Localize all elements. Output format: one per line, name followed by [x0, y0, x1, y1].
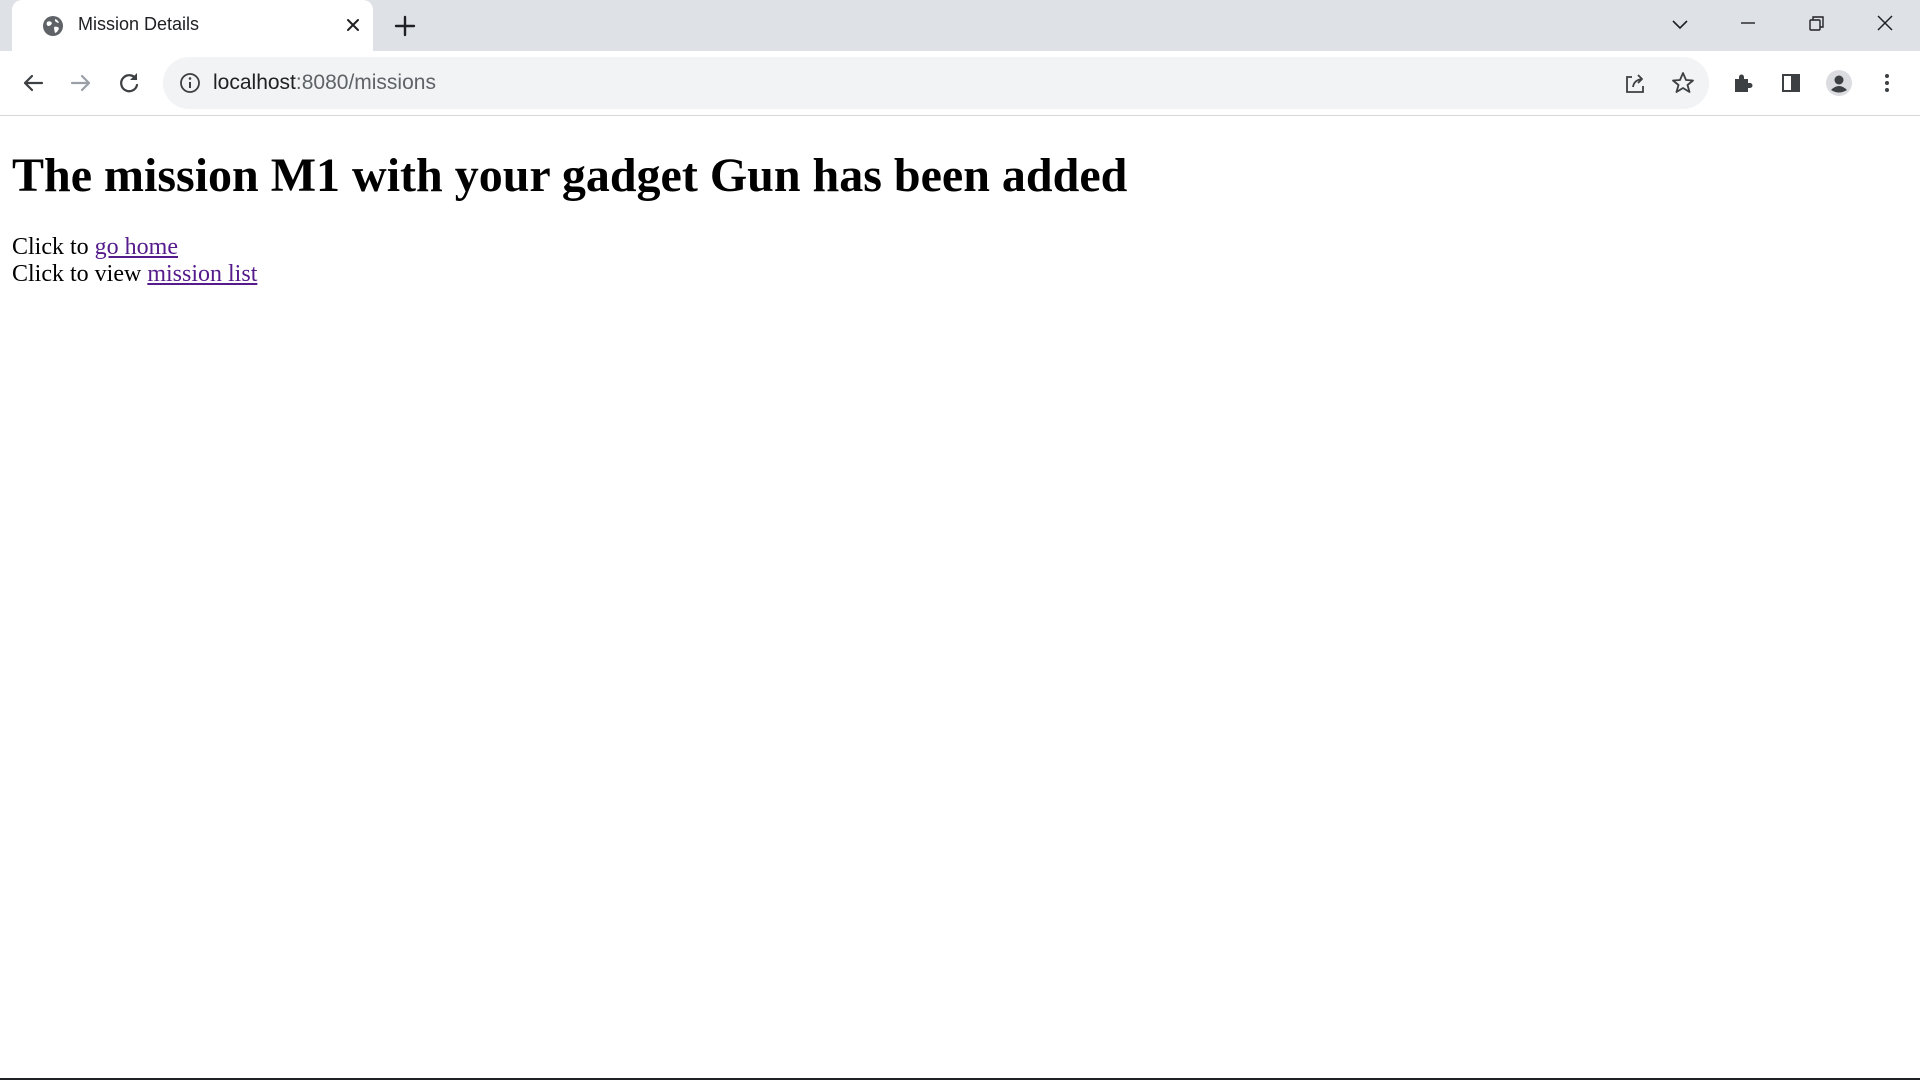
address-bar[interactable]: localhost:8080/missions: [163, 57, 1709, 109]
close-tab-icon[interactable]: [342, 14, 364, 36]
tab-mission-details[interactable]: Mission Details: [12, 0, 373, 51]
url-host: localhost: [213, 71, 296, 94]
site-info-icon[interactable]: [177, 70, 203, 96]
mission-list-prefix: Click to view: [12, 261, 148, 287]
mission-list-line: Click to view mission list: [12, 261, 257, 288]
go-home-link[interactable]: go home: [95, 234, 178, 260]
mission-list-link[interactable]: mission list: [147, 261, 257, 287]
globe-icon: [42, 15, 64, 37]
page-heading: The mission M1 with your gadget Gun has …: [12, 149, 1128, 202]
side-panel-icon[interactable]: [1776, 68, 1806, 98]
tab-title: Mission Details: [78, 14, 200, 34]
minimize-button[interactable]: [1733, 10, 1763, 40]
forward-button[interactable]: [66, 68, 96, 98]
reload-button[interactable]: [114, 68, 144, 98]
restore-button[interactable]: [1801, 10, 1831, 40]
share-icon[interactable]: [1620, 68, 1650, 98]
profile-avatar-icon[interactable]: [1824, 68, 1854, 98]
browser-toolbar: localhost:8080/missions: [0, 51, 1920, 116]
url-path: :8080/missions: [295, 71, 436, 94]
extensions-icon[interactable]: [1728, 68, 1758, 98]
url-text[interactable]: localhost:8080/missions: [213, 70, 436, 96]
go-home-prefix: Click to: [12, 234, 95, 260]
bookmark-star-icon[interactable]: [1668, 68, 1698, 98]
page-content: The mission M1 with your gadget Gun has …: [0, 116, 1920, 1078]
tab-strip: Mission Details: [0, 0, 1920, 51]
back-button[interactable]: [18, 68, 48, 98]
go-home-line: Click to go home: [12, 234, 178, 261]
close-window-button[interactable]: [1870, 10, 1900, 40]
new-tab-button[interactable]: [392, 13, 418, 39]
menu-kebab-icon[interactable]: [1872, 68, 1902, 98]
tab-search-button[interactable]: [1665, 10, 1695, 40]
browser-window: Mission Details localhost:8080/missions …: [0, 0, 1920, 1080]
